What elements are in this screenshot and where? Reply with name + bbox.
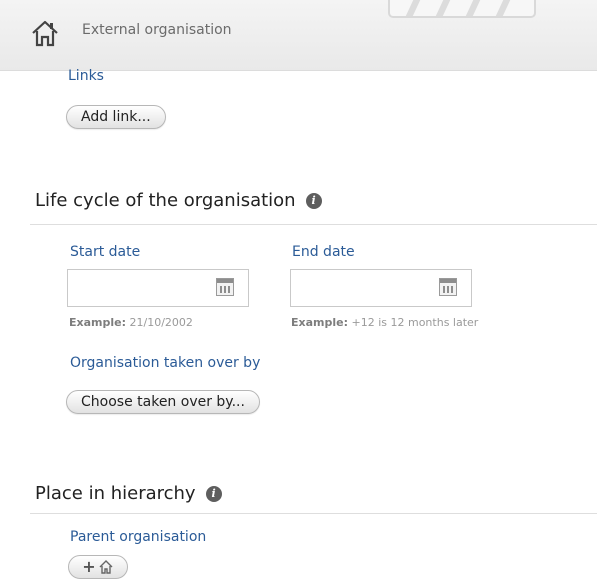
life-cycle-title-text: Life cycle of the organisation bbox=[35, 190, 296, 211]
section-divider bbox=[30, 513, 597, 514]
plus-icon: + bbox=[82, 557, 96, 576]
header-bar: External organisation bbox=[0, 0, 597, 71]
header-tab-stub bbox=[388, 0, 536, 18]
end-date-input[interactable] bbox=[290, 269, 472, 307]
taken-over-label: Organisation taken over by bbox=[70, 355, 261, 371]
hierarchy-title-text: Place in hierarchy bbox=[35, 483, 196, 504]
calendar-icon[interactable] bbox=[216, 278, 234, 296]
info-icon[interactable]: i bbox=[205, 485, 222, 502]
home-icon bbox=[99, 560, 113, 574]
add-parent-organisation-button[interactable]: + bbox=[68, 555, 128, 579]
parent-organisation-label: Parent organisation bbox=[70, 529, 207, 545]
add-link-button[interactable]: Add link... bbox=[66, 105, 166, 129]
section-divider bbox=[30, 224, 597, 225]
hierarchy-section-title: Place in hierarchy i bbox=[35, 483, 222, 504]
start-date-label: Start date bbox=[70, 244, 141, 260]
home-icon bbox=[32, 20, 58, 47]
start-date-input[interactable] bbox=[67, 269, 249, 307]
start-date-example: Example: 21/10/2002 bbox=[69, 316, 193, 329]
header-title: External organisation bbox=[82, 22, 232, 38]
choose-taken-over-button[interactable]: Choose taken over by... bbox=[66, 390, 260, 414]
life-cycle-section-title: Life cycle of the organisation i bbox=[35, 190, 322, 211]
links-label: Links bbox=[68, 68, 104, 84]
end-date-example: Example: +12 is 12 months later bbox=[291, 316, 479, 329]
calendar-icon[interactable] bbox=[439, 278, 457, 296]
end-date-label: End date bbox=[292, 244, 355, 260]
info-icon[interactable]: i bbox=[305, 192, 322, 209]
